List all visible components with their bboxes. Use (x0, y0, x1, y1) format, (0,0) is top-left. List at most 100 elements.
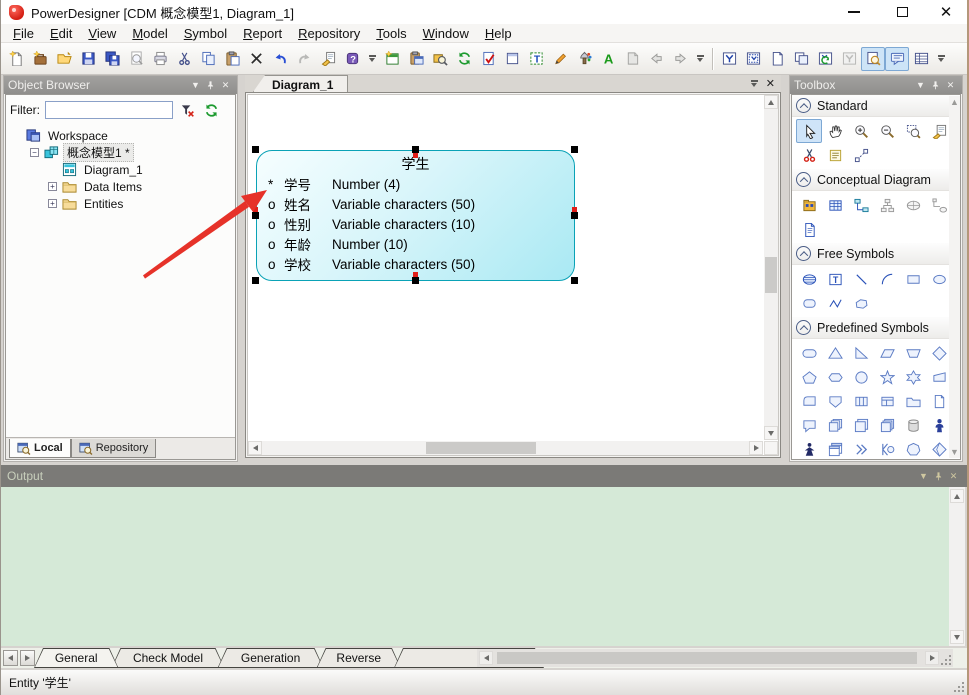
association-tool-button[interactable] (900, 193, 926, 217)
toolbox-scroll-down-icon[interactable]: ▼ (950, 448, 959, 456)
refresh-filter-icon[interactable] (201, 101, 221, 119)
triangle-tool-button[interactable] (822, 341, 848, 365)
pin-button[interactable] (203, 78, 218, 92)
tree-item-diagram_1[interactable]: Diagram_1 (8, 161, 235, 178)
menu-tools[interactable]: Tools (368, 26, 414, 41)
new-diagram-button[interactable] (380, 47, 404, 71)
zoom-window-tool-button[interactable] (900, 119, 926, 143)
forward-button[interactable] (668, 47, 692, 71)
bottom-scrollbar[interactable] (477, 649, 953, 667)
actor-tool-button[interactable] (796, 437, 822, 460)
menu-window[interactable]: Window (415, 26, 477, 41)
selection-handle[interactable] (571, 212, 578, 219)
entity-student[interactable]: 学生 *学号Number (4)o姓名Variable characters (… (256, 150, 575, 281)
selection-handle[interactable] (412, 277, 419, 284)
toolbox-section-standard[interactable]: Standard (792, 95, 960, 117)
print-preview-button[interactable] (124, 47, 148, 71)
selection-handle[interactable] (252, 277, 259, 284)
paste-button[interactable] (220, 47, 244, 71)
bottom-scroll-left[interactable] (479, 651, 493, 665)
menu-model[interactable]: Model (124, 26, 175, 41)
text-tool-button[interactable]: T (822, 267, 848, 291)
browser-tab-local[interactable]: Local (9, 439, 71, 458)
pentagon-tool-button[interactable] (796, 365, 822, 389)
redo-button[interactable] (292, 47, 316, 71)
font-color-button[interactable]: A (596, 47, 620, 71)
help-book-button[interactable]: ? (340, 47, 364, 71)
back-button[interactable] (644, 47, 668, 71)
open-button[interactable] (52, 47, 76, 71)
output-menu-button[interactable]: ▼ (916, 469, 931, 483)
tree-item-workspace[interactable]: Workspace (8, 127, 235, 144)
arc-tool-button[interactable] (874, 267, 900, 291)
relationship-tool-button[interactable] (848, 193, 874, 217)
file-tool-button[interactable] (796, 217, 822, 241)
result-tab-general[interactable]: General (34, 648, 118, 668)
toolbox-pin-button[interactable] (928, 78, 943, 92)
new-file-button[interactable] (4, 47, 28, 71)
toolbox-scrollbar[interactable]: ▲ ▼ (949, 96, 960, 458)
tab-diagram-1[interactable]: Diagram_1 (253, 75, 348, 92)
stadium-tool-button[interactable] (796, 341, 822, 365)
selection-handle[interactable] (252, 212, 259, 219)
striped-ellipse-tool-button[interactable] (796, 267, 822, 291)
output-scrollbar[interactable] (949, 487, 965, 646)
toolbox-scroll-up-icon[interactable]: ▲ (950, 98, 959, 106)
vscroll-thumb[interactable] (765, 257, 777, 293)
toolbar-overflow-button[interactable] (366, 48, 378, 70)
shield-tool-button[interactable] (822, 389, 848, 413)
pencil-button[interactable] (548, 47, 572, 71)
k-shape-tool-button[interactable] (874, 437, 900, 460)
diagram-close-icon[interactable]: ✕ (766, 77, 775, 90)
output-pin-button[interactable] (931, 469, 946, 483)
heptagon-tool-button[interactable] (900, 437, 926, 460)
selection-handle[interactable] (571, 146, 578, 153)
close-button[interactable]: ✕ (929, 0, 963, 24)
window-list-icon[interactable] (751, 80, 758, 87)
model-window-button[interactable] (717, 47, 741, 71)
paste-shortcut-button[interactable] (404, 47, 428, 71)
parallelogram-tool-button[interactable] (874, 341, 900, 365)
page-flip-button[interactable] (620, 47, 644, 71)
undo-button[interactable] (268, 47, 292, 71)
tabs-scroll-left-button[interactable] (3, 650, 18, 666)
polygon-tool-button[interactable] (848, 291, 874, 315)
output-scroll-down[interactable] (950, 630, 964, 644)
menu-report[interactable]: Report (235, 26, 290, 41)
toolbox-menu-button[interactable]: ▼ (913, 78, 928, 92)
inheritance-tool-button[interactable] (874, 193, 900, 217)
stack-3-tool-button[interactable] (874, 413, 900, 437)
output-log-area[interactable] (1, 487, 949, 646)
pointer-tool-button[interactable] (796, 119, 822, 143)
collapse-section-icon[interactable] (796, 98, 811, 113)
chevrons-tool-button[interactable] (848, 437, 874, 460)
format-painter-button[interactable] (572, 47, 596, 71)
toolbar-overflow-button[interactable] (694, 48, 706, 70)
columns-tool-button[interactable] (848, 389, 874, 413)
copy-button[interactable] (196, 47, 220, 71)
delete-button[interactable] (244, 47, 268, 71)
toolbox-close-button[interactable]: ✕ (943, 78, 958, 92)
bottom-scroll-right[interactable] (925, 651, 939, 665)
tree-item-概念模型1[interactable]: −概念模型1 * (8, 144, 235, 161)
expand-icon[interactable]: + (48, 199, 57, 208)
result-tab-check-model[interactable]: Check Model (111, 648, 224, 668)
rectangle-tool-button[interactable] (900, 267, 926, 291)
save-button[interactable] (76, 47, 100, 71)
grab-tool-button[interactable] (822, 119, 848, 143)
show-comments-button[interactable] (885, 47, 909, 71)
new-workspace-button[interactable] (28, 47, 52, 71)
windows-tool-button[interactable] (822, 437, 848, 460)
toolbox-section-free-symbols[interactable]: Free Symbols (792, 243, 960, 265)
polyline-tool-button[interactable] (822, 291, 848, 315)
entity-tool-button[interactable] (822, 193, 848, 217)
filter-input[interactable] (45, 101, 173, 119)
window-resize-grip[interactable] (952, 680, 964, 692)
hexagon-tool-button[interactable] (822, 365, 848, 389)
maximize-button[interactable] (885, 0, 919, 24)
menu-repository[interactable]: Repository (290, 26, 368, 41)
collapse-section-icon[interactable] (796, 320, 811, 335)
clear-filter-icon[interactable] (177, 101, 197, 119)
folder-tool-button[interactable] (900, 389, 926, 413)
open-pages-button[interactable] (789, 47, 813, 71)
